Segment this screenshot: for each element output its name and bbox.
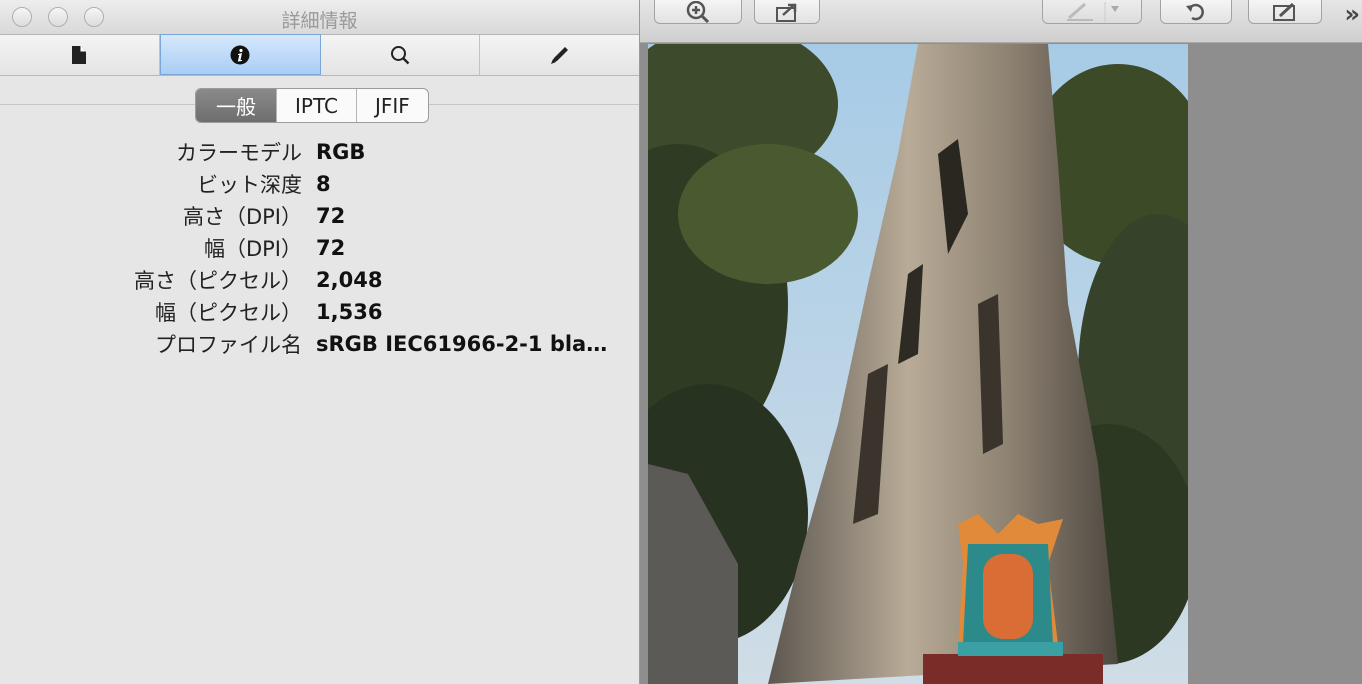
- property-value: 72: [316, 236, 346, 260]
- photo-image: [648, 44, 1188, 684]
- zoom-in-button[interactable]: [654, 0, 742, 24]
- info-icon: [230, 45, 250, 64]
- search-icon: [390, 46, 410, 65]
- photo-content: [648, 44, 1188, 684]
- property-value: sRGB IEC61966-2-1 bla…: [316, 332, 608, 356]
- zoom-in-icon: [686, 1, 710, 23]
- property-value: RGB: [316, 140, 366, 164]
- property-row: プロファイル名 sRGB IEC61966-2-1 bla…: [0, 328, 640, 360]
- property-row: 幅（ピクセル） 1,536: [0, 296, 640, 328]
- window-title: 詳細情報: [281, 10, 358, 32]
- pen-annotate-icon: [1067, 2, 1119, 22]
- rotate-icon: [1186, 3, 1204, 21]
- toolbar-overflow-button[interactable]: »: [1344, 0, 1359, 28]
- segmented-control: 一般 IPTC JFIF: [195, 88, 429, 123]
- property-label: 幅（ピクセル）: [155, 301, 302, 325]
- property-row: 高さ（DPI） 72: [0, 200, 640, 232]
- segment-iptc[interactable]: IPTC: [277, 89, 357, 122]
- property-label: ビット深度: [197, 173, 302, 197]
- segment-jfif[interactable]: JFIF: [357, 89, 428, 122]
- rotate-button[interactable]: [1160, 0, 1232, 24]
- property-label: プロファイル名: [155, 333, 302, 357]
- property-label: 高さ（ピクセル）: [134, 269, 302, 293]
- property-row: 高さ（ピクセル） 2,048: [0, 264, 640, 296]
- property-label: カラーモデル: [176, 141, 302, 165]
- inspector-window: 詳細情報 一般 IPTC JFIF カラーモデル RGB ビット深度 8 高さ（…: [0, 0, 640, 684]
- markup-icon: [1273, 2, 1295, 21]
- property-row: ビット深度 8: [0, 168, 640, 200]
- properties-list: カラーモデル RGB ビット深度 8 高さ（DPI） 72 幅（DPI） 72 …: [0, 136, 640, 360]
- tab-keywords[interactable]: [321, 35, 481, 75]
- tab-info[interactable]: [159, 34, 321, 75]
- property-value: 1,536: [316, 300, 383, 324]
- inspector-tabbar: [0, 34, 639, 76]
- pen-icon: [550, 47, 568, 64]
- markup-toolbar-button[interactable]: [1248, 0, 1322, 24]
- share-icon: [776, 3, 797, 22]
- tab-annotations[interactable]: [480, 35, 639, 75]
- property-row: 幅（DPI） 72: [0, 232, 640, 264]
- annotate-button[interactable]: [1042, 0, 1142, 24]
- property-value: 8: [316, 172, 331, 196]
- property-label: 幅（DPI）: [203, 237, 302, 261]
- segment-general[interactable]: 一般: [196, 89, 277, 122]
- property-value: 2,048: [316, 268, 383, 292]
- window-titlebar[interactable]: 詳細情報: [0, 0, 639, 35]
- tab-general[interactable]: [0, 35, 160, 75]
- preview-toolbar: »: [640, 0, 1362, 43]
- property-value: 72: [316, 204, 346, 228]
- document-icon: [72, 46, 87, 64]
- property-row: カラーモデル RGB: [0, 136, 640, 168]
- property-label: 高さ（DPI）: [182, 205, 302, 229]
- share-button[interactable]: [754, 0, 820, 24]
